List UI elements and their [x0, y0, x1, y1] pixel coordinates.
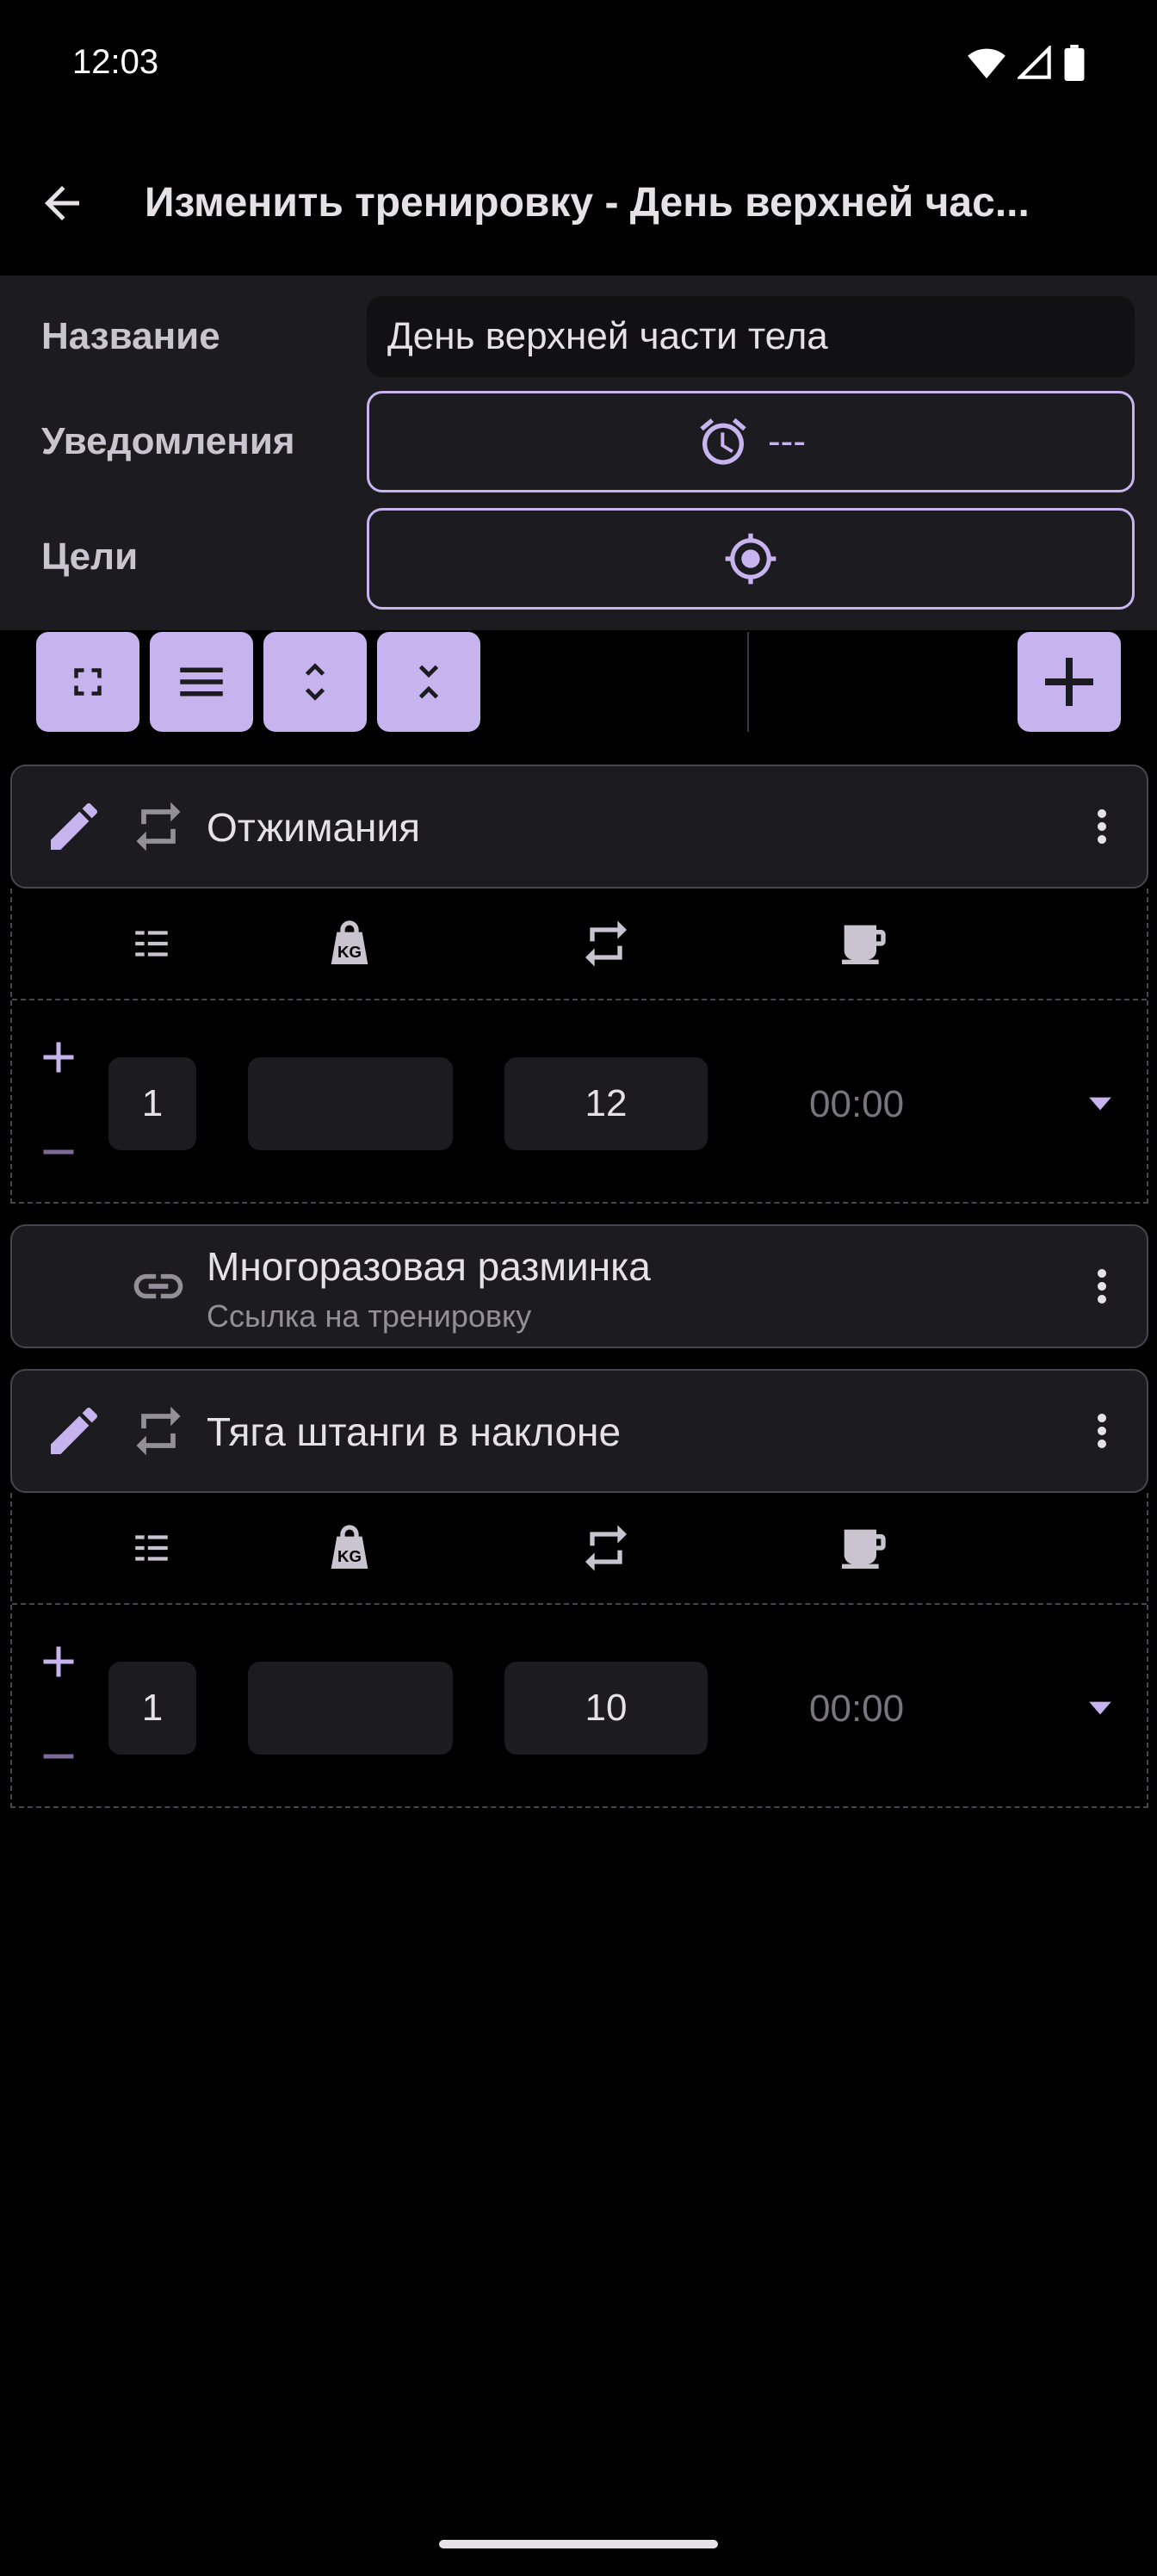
reps-input[interactable]: 12 [504, 1057, 708, 1150]
collapse-all-icon [418, 665, 439, 699]
notifications-label: Уведомления [41, 420, 295, 462]
set-number-value: 1 [141, 1082, 164, 1124]
svg-text:KG: KG [337, 943, 362, 961]
signal-icon [1018, 46, 1051, 79]
sets-divider [12, 999, 1147, 1000]
add-exercise-button[interactable] [1018, 632, 1121, 732]
weight-input[interactable] [248, 1662, 453, 1755]
notifications-button[interactable]: --- [367, 391, 1135, 492]
weight-input[interactable] [248, 1057, 453, 1150]
exercise-more-button[interactable] [1076, 1400, 1128, 1462]
status-icons [968, 45, 1085, 81]
coffee-icon [835, 1520, 890, 1576]
exercise-more-button[interactable] [1076, 796, 1128, 858]
remove-set-button[interactable] [33, 1731, 84, 1782]
reps-value: 12 [585, 1082, 628, 1124]
set-expand-button[interactable] [1081, 1085, 1119, 1123]
dropdown-icon [1089, 1701, 1111, 1715]
repeat-icon [129, 1402, 188, 1460]
back-button[interactable] [31, 172, 93, 234]
reps-repeat-icon [578, 916, 634, 971]
add-set-button[interactable] [33, 1031, 84, 1083]
alarm-icon [700, 418, 746, 465]
linked-workout-subtitle: Ссылка на тренировку [207, 1298, 532, 1334]
notifications-value: --- [768, 420, 806, 462]
expand-all-icon [305, 663, 325, 701]
svg-text:KG: KG [337, 1547, 362, 1565]
wifi-icon [968, 48, 1005, 79]
menu-button[interactable] [150, 632, 253, 732]
name-label: Название [41, 315, 220, 357]
add-icon [43, 1646, 74, 1677]
add-set-button[interactable] [33, 1636, 84, 1687]
set-number[interactable]: 1 [108, 1057, 196, 1150]
exercise-name: Тяга штанги в наклоне [207, 1409, 622, 1454]
set-expand-button[interactable] [1081, 1689, 1119, 1727]
status-time: 12:03 [72, 43, 159, 81]
page-title: Изменить тренировку - День верхней час..… [145, 180, 1030, 226]
name-input-value: День верхней части тела [387, 315, 828, 357]
set-number[interactable]: 1 [108, 1662, 196, 1755]
edit-icon [51, 1408, 97, 1454]
add-icon [43, 1042, 74, 1073]
goals-button[interactable] [367, 508, 1135, 610]
set-number-value: 1 [141, 1687, 164, 1729]
edit-exercise-button[interactable] [43, 1400, 105, 1462]
reps-input[interactable]: 10 [504, 1662, 708, 1755]
collapse-all-button[interactable] [377, 632, 480, 732]
more-vert-icon [1098, 1414, 1106, 1448]
goals-label: Цели [41, 536, 139, 578]
expand-icon [74, 668, 102, 696]
kettlebell-icon: KG [322, 1520, 377, 1576]
home-indicator[interactable] [439, 2540, 718, 2548]
linked-workout-name: Многоразовая разминка [207, 1244, 651, 1289]
back-arrow-icon [45, 186, 79, 220]
name-input[interactable]: День верхней части тела [367, 296, 1135, 377]
battery-icon [1064, 45, 1085, 81]
dropdown-icon [1089, 1097, 1111, 1111]
rest-time[interactable]: 00:00 [809, 1687, 904, 1731]
add-icon [1045, 658, 1093, 706]
minus-icon [43, 1754, 74, 1759]
reps-value: 10 [585, 1687, 628, 1729]
edit-exercise-button[interactable] [43, 796, 105, 858]
fullscreen-button[interactable] [36, 632, 139, 732]
more-vert-icon [1098, 809, 1106, 844]
kettlebell-icon: KG [322, 916, 377, 971]
minus-icon [43, 1149, 74, 1155]
list-icon [124, 916, 179, 971]
reps-repeat-icon [578, 1520, 634, 1576]
repeat-icon [129, 797, 188, 856]
crosshair-icon [725, 533, 776, 585]
toolbar-divider [747, 632, 749, 732]
rest-time[interactable]: 00:00 [809, 1083, 904, 1126]
exercise-name: Отжимания [207, 805, 421, 850]
more-vert-icon [1098, 1269, 1106, 1303]
coffee-icon [835, 916, 890, 971]
menu-icon [180, 667, 223, 697]
linked-more-button[interactable] [1076, 1255, 1128, 1317]
list-icon [124, 1520, 179, 1576]
remove-set-button[interactable] [33, 1126, 84, 1178]
link-icon [129, 1257, 188, 1316]
edit-icon [51, 803, 97, 850]
expand-all-button[interactable] [263, 632, 367, 732]
sets-divider [12, 1603, 1147, 1605]
